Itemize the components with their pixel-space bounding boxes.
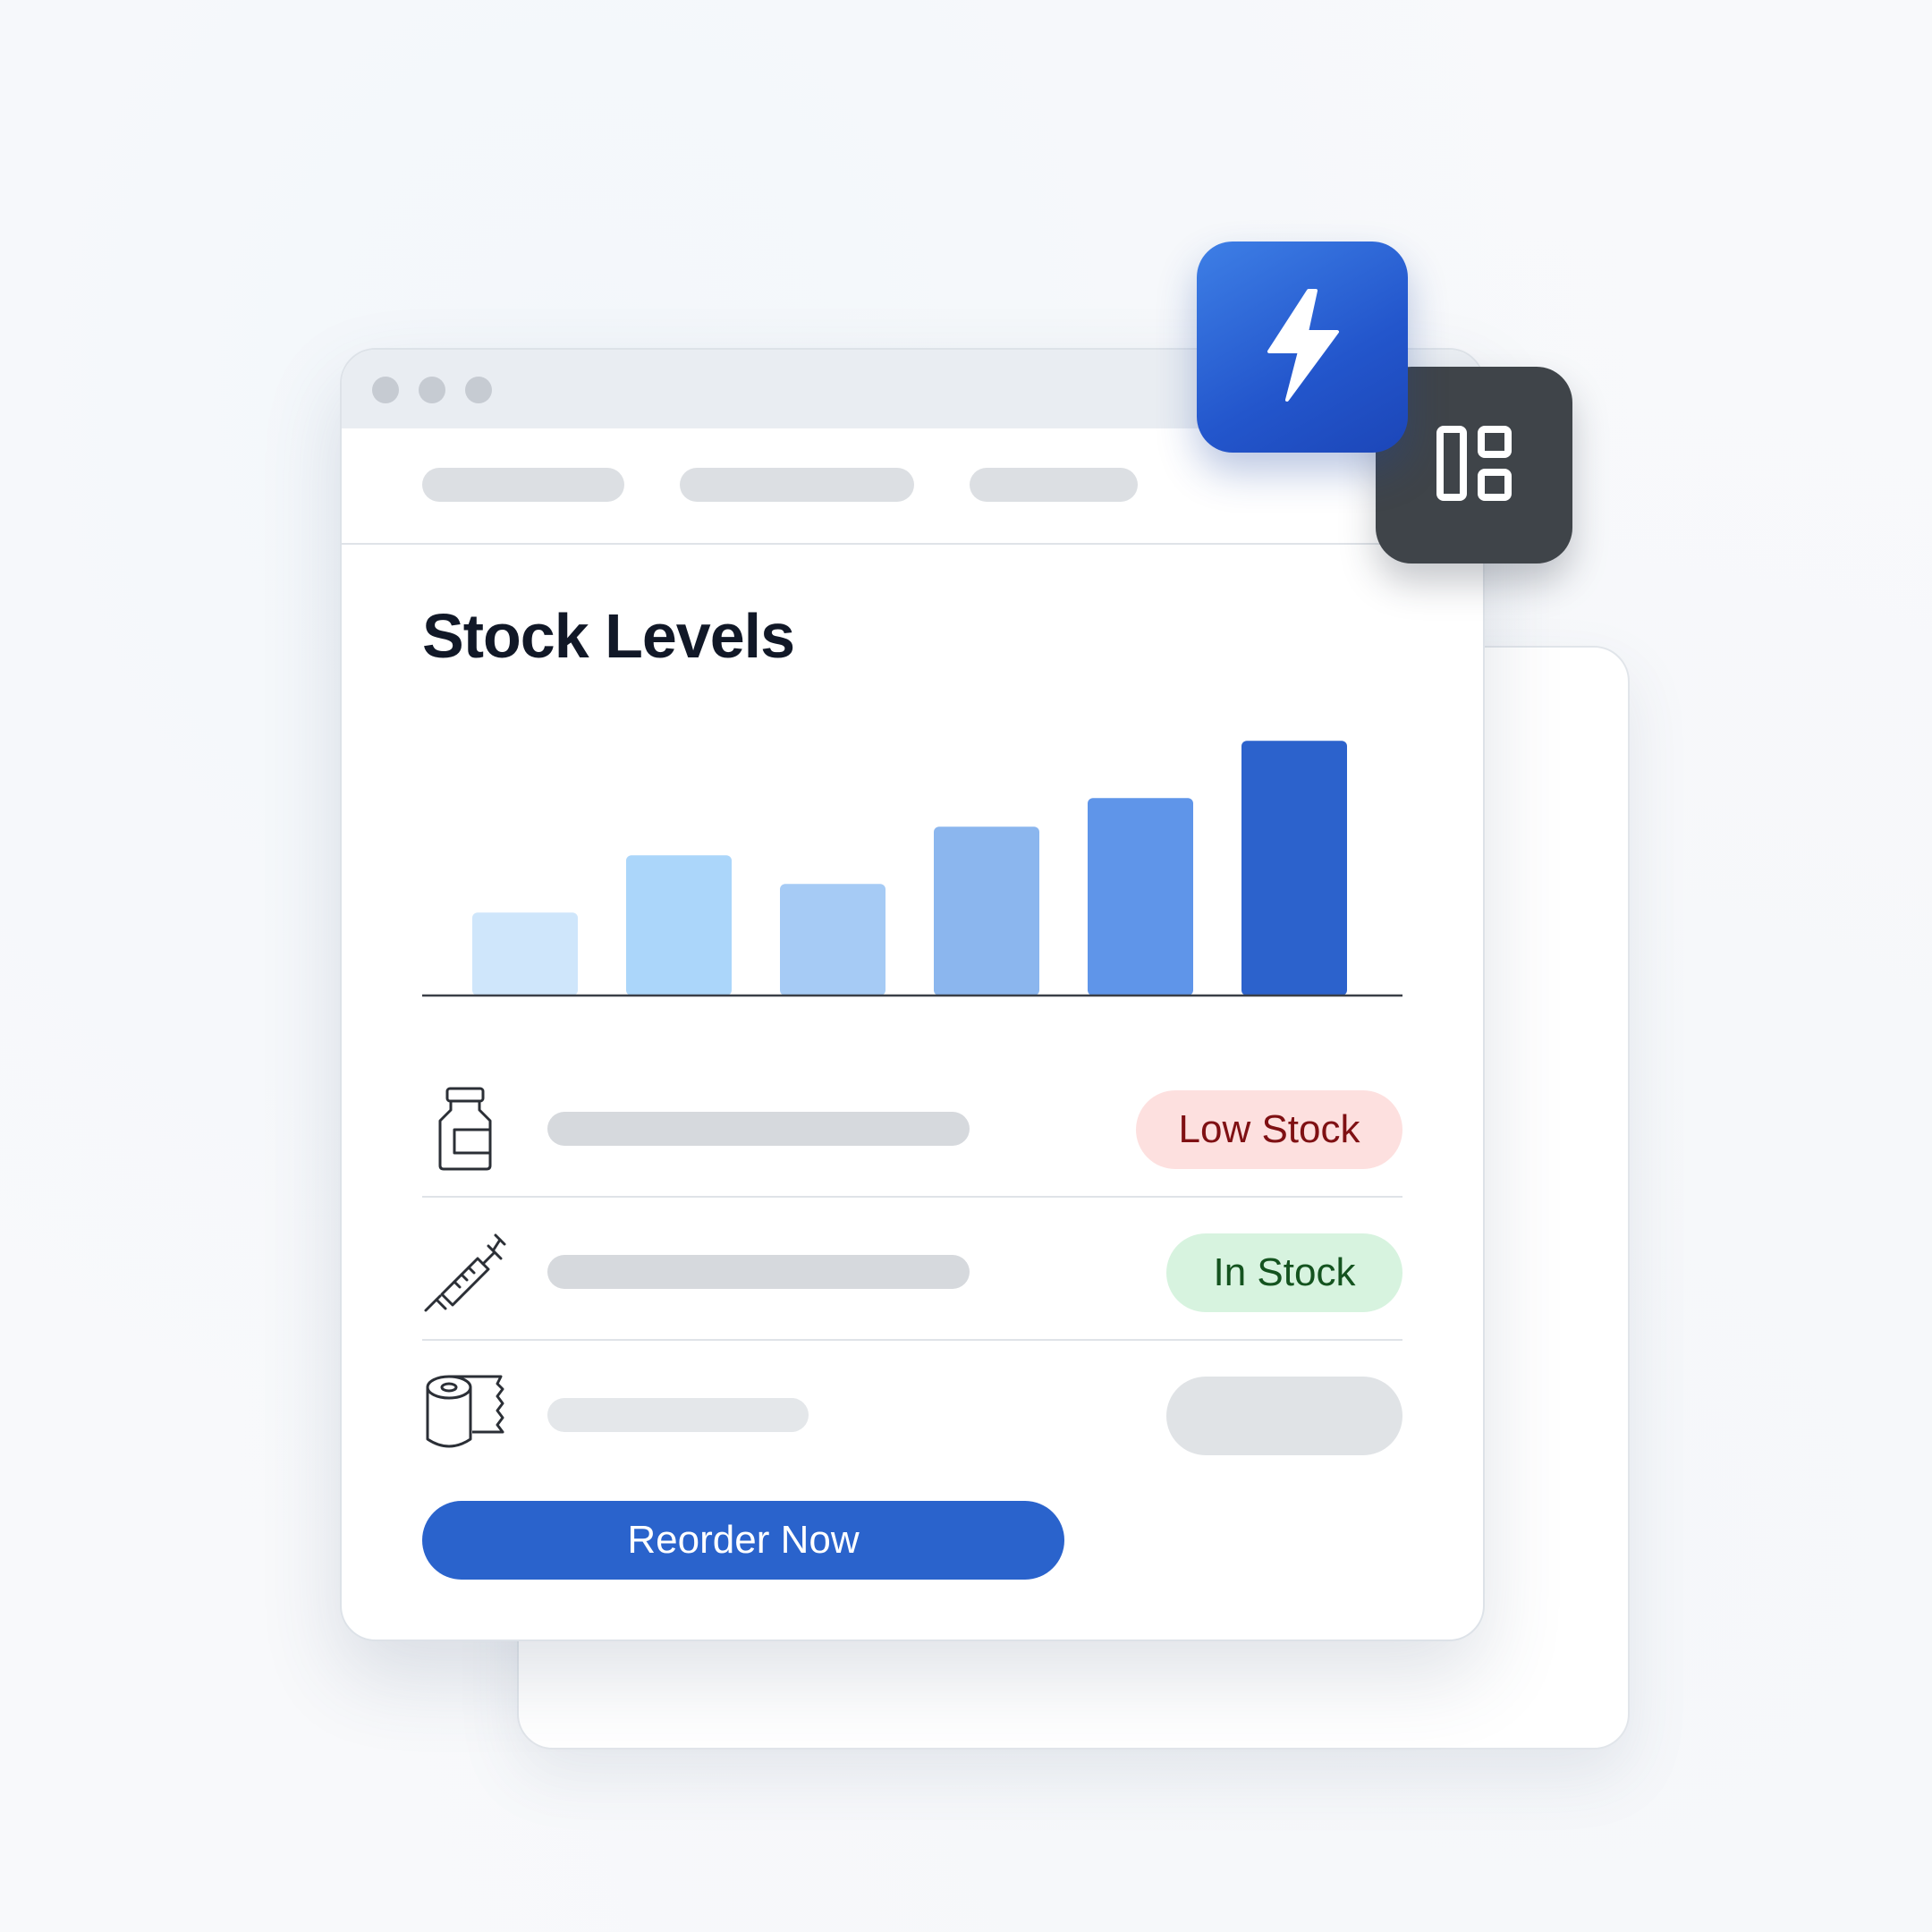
medicine-bottle-icon bbox=[422, 1083, 508, 1173]
status-badge-low-stock: Low Stock bbox=[1136, 1090, 1402, 1169]
inventory-row[interactable]: Low Stock bbox=[422, 1055, 1402, 1198]
layout-grid-icon bbox=[1433, 422, 1515, 509]
status-badge-placeholder bbox=[1166, 1377, 1402, 1455]
reorder-now-button[interactable]: Reorder Now bbox=[422, 1501, 1064, 1580]
status-badge-in-stock: In Stock bbox=[1166, 1233, 1402, 1312]
item-name-placeholder bbox=[547, 1398, 809, 1432]
page-title: Stock Levels bbox=[422, 601, 795, 671]
nav-item-placeholder[interactable] bbox=[680, 468, 914, 502]
app-window: Stock Levels Low Stock In Stock Reorder … bbox=[340, 348, 1485, 1641]
nav-item-placeholder[interactable] bbox=[970, 468, 1138, 502]
chart-bar bbox=[626, 855, 732, 996]
lightning-bolt-icon bbox=[1262, 287, 1343, 408]
chart-bar bbox=[780, 884, 886, 996]
stage: Stock Levels Low Stock In Stock Reorder … bbox=[0, 0, 1932, 1932]
bandage-roll-icon bbox=[422, 1369, 508, 1459]
syringe-icon bbox=[422, 1226, 508, 1316]
inventory-row[interactable] bbox=[422, 1341, 1402, 1482]
item-name-placeholder bbox=[547, 1255, 970, 1289]
window-control-dot[interactable] bbox=[419, 377, 445, 403]
chart-bar bbox=[472, 912, 578, 996]
window-control-dot[interactable] bbox=[465, 377, 492, 403]
stock-bar-chart bbox=[422, 741, 1402, 997]
inventory-row[interactable]: In Stock bbox=[422, 1198, 1402, 1341]
nav-item-placeholder[interactable] bbox=[422, 468, 624, 502]
window-control-dot[interactable] bbox=[372, 377, 399, 403]
chart-bar bbox=[1241, 741, 1347, 996]
chart-bar bbox=[1088, 798, 1193, 996]
quick-action-tile-button[interactable] bbox=[1197, 242, 1408, 453]
chart-bar bbox=[934, 826, 1039, 996]
item-name-placeholder bbox=[547, 1112, 970, 1146]
